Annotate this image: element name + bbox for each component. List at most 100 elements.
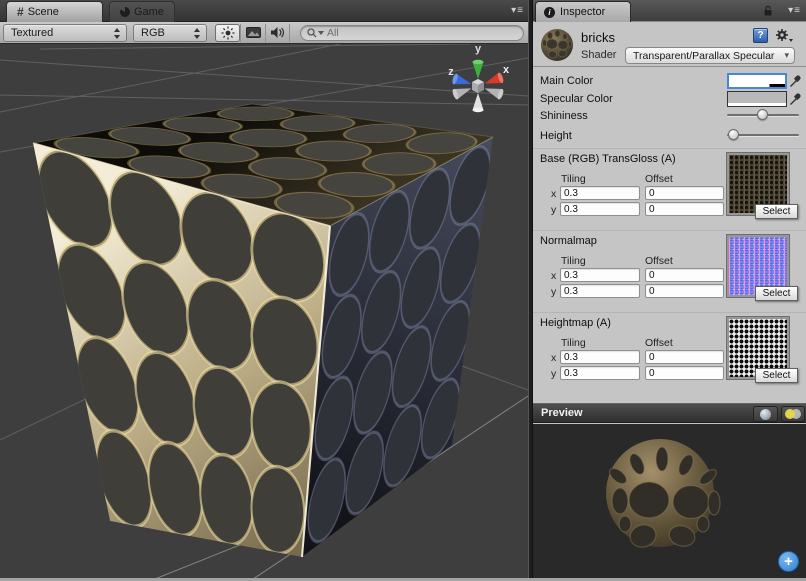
tiling-header: Tiling	[561, 173, 586, 185]
color-mode-value: RGB	[141, 27, 165, 39]
select-button[interactable]: Select	[755, 204, 798, 219]
tab-game[interactable]: Game	[109, 1, 175, 22]
gizmo-axis-x[interactable]	[483, 72, 505, 89]
offset-header: Offset	[645, 337, 673, 349]
tiling-x-field[interactable]	[560, 268, 640, 282]
row-y-label: y	[551, 368, 556, 380]
offset-x-field[interactable]	[645, 350, 724, 364]
draw-mode-dropdown[interactable]: Textured	[3, 24, 127, 42]
inspector-pane-menu-icon[interactable]: ▾≡	[788, 5, 801, 16]
scene-toggle-group	[215, 24, 290, 42]
search-filter-caret-icon	[318, 31, 324, 35]
select-button[interactable]: Select	[755, 286, 798, 301]
material-name: bricks	[581, 30, 615, 45]
search-input[interactable]	[327, 27, 497, 39]
unity-editor-window: # Scene Game ▾≡ Textured RGB	[0, 0, 806, 581]
row-x-label: x	[551, 270, 556, 282]
stepper-arrows-icon	[114, 28, 121, 39]
tiling-x-field[interactable]	[560, 350, 640, 364]
specular-color-swatch[interactable]	[727, 91, 787, 107]
texture-section-base: Base (RGB) TransGloss (A) Tiling Offset …	[533, 148, 806, 230]
tab-scene[interactable]: # Scene	[6, 1, 103, 22]
speaker-icon	[270, 26, 285, 39]
help-icon[interactable]: ?	[753, 28, 768, 43]
draw-mode-value: Textured	[11, 27, 53, 39]
shader-dropdown-value: Transparent/Parallax Specular	[633, 50, 774, 62]
main-color-control	[727, 73, 803, 89]
gizmo-axis-neg-y[interactable]	[473, 93, 484, 112]
stepper-arrows-icon	[194, 28, 201, 39]
inspector-panel: i Inspector ▾≡	[533, 0, 806, 581]
sun-icon	[221, 26, 235, 40]
height-slider-handle[interactable]	[728, 129, 739, 140]
image-icon	[246, 27, 261, 38]
tiling-header: Tiling	[561, 255, 586, 267]
offset-header: Offset	[645, 173, 673, 185]
material-sphere-thumbnail	[539, 26, 575, 64]
offset-x-field[interactable]	[645, 186, 724, 200]
shininess-slider-handle[interactable]	[757, 109, 768, 120]
tab-game-label: Game	[134, 6, 164, 18]
select-button[interactable]: Select	[755, 368, 798, 383]
tiling-x-field[interactable]	[560, 186, 640, 200]
gizmo-z-label: z	[448, 66, 454, 78]
preview-mesh-button[interactable]	[753, 406, 778, 422]
scene-search[interactable]	[300, 25, 524, 41]
lighting-toggle-button[interactable]	[215, 24, 240, 42]
eyedropper-icon[interactable]	[789, 74, 801, 91]
tiling-header: Tiling	[561, 337, 586, 349]
tab-inspector-label: Inspector	[560, 6, 605, 18]
specular-color-label: Specular Color	[540, 93, 613, 105]
section-title: Normalmap	[540, 235, 597, 247]
alpha-bar	[729, 84, 785, 87]
main-color-label: Main Color	[540, 75, 593, 87]
shader-dropdown[interactable]: Transparent/Parallax Specular ▾	[625, 47, 795, 64]
tiling-y-field[interactable]	[560, 284, 640, 298]
tab-scene-label: Scene	[28, 6, 59, 18]
main-color-swatch[interactable]	[727, 73, 787, 89]
axis-gizmo[interactable]: y x z	[448, 44, 510, 112]
row-x-label: x	[551, 352, 556, 364]
offset-y-field[interactable]	[645, 202, 724, 216]
scene-viewport[interactable]: y x z	[0, 44, 528, 581]
section-title: Heightmap (A)	[540, 317, 611, 329]
shininess-slider[interactable]	[727, 109, 799, 121]
preview-title: Preview	[541, 407, 583, 419]
textured-cube-object[interactable]	[31, 104, 495, 559]
scene-pane-menu-icon[interactable]: ▾≡	[511, 5, 524, 16]
material-preview-area[interactable]: +	[533, 424, 806, 581]
offset-y-field[interactable]	[645, 284, 724, 298]
gizmo-axis-y[interactable]	[473, 60, 484, 79]
preview-light-toggle[interactable]	[781, 406, 805, 422]
gizmo-center-cube[interactable]	[472, 79, 484, 93]
chevron-down-icon: ▾	[784, 50, 789, 61]
game-icon	[120, 7, 130, 17]
preview-header[interactable]: Preview	[533, 403, 806, 423]
gizmo-x-label: x	[503, 64, 510, 76]
info-icon: i	[544, 7, 555, 18]
tab-inspector[interactable]: i Inspector	[535, 1, 631, 22]
gizmo-axis-z[interactable]	[451, 73, 473, 89]
color-mode-dropdown[interactable]: RGB	[133, 24, 207, 42]
scene-tabbar: # Scene Game ▾≡	[0, 0, 528, 22]
tiling-y-field[interactable]	[560, 366, 640, 380]
eyedropper-icon[interactable]	[789, 92, 801, 109]
shininess-label: Shininess	[540, 110, 588, 122]
tiling-y-field[interactable]	[560, 202, 640, 216]
row-x-label: x	[551, 188, 556, 200]
search-icon	[307, 28, 317, 38]
height-slider[interactable]	[727, 129, 799, 141]
skybox-toggle-button[interactable]	[240, 24, 265, 42]
add-button[interactable]: +	[778, 551, 799, 572]
gizmo-axis-neg-z[interactable]	[483, 83, 505, 100]
inspector-tabbar: i Inspector ▾≡	[533, 0, 806, 22]
audio-toggle-button[interactable]	[265, 24, 290, 42]
scene-3d-view[interactable]: y x z	[0, 44, 528, 581]
shader-field-label: Shader	[581, 49, 616, 61]
specular-color-control	[727, 91, 803, 107]
lock-icon[interactable]	[762, 5, 774, 20]
offset-x-field[interactable]	[645, 268, 724, 282]
gear-icon[interactable]	[774, 27, 794, 43]
row-y-label: y	[551, 204, 556, 216]
offset-y-field[interactable]	[645, 366, 724, 380]
